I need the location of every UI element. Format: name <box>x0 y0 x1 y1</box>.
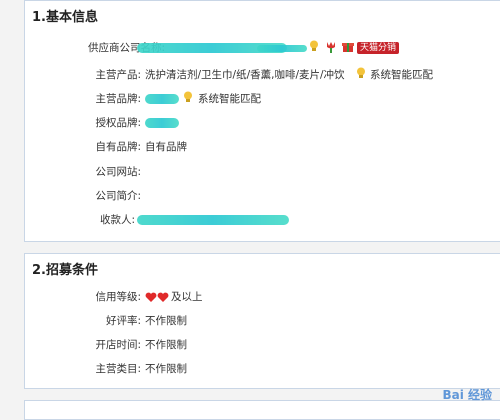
label-authorized-brand: 授权品牌: <box>95 117 141 129</box>
info-row-main-brand: 主营品牌: 系统智能匹配 <box>25 90 500 108</box>
recruit-row-credit: 信用等级: 及以上 <box>25 288 500 306</box>
label-main-category: 主营类目: <box>95 363 141 375</box>
heart-icon <box>145 291 157 309</box>
redacted-company-name-2 <box>257 45 307 52</box>
baidu-watermark: Bai 经验 <box>442 388 492 402</box>
bulb-icon <box>309 40 319 58</box>
shop-open-time-value: 不作限制 <box>145 339 187 351</box>
info-row-own-brand: 自有品牌: 自有品牌 <box>25 138 500 156</box>
info-row-website: 公司网站: <box>25 163 500 181</box>
recruit-row-rating: 好评率: 不作限制 <box>25 312 500 330</box>
basic-info-panel: 1.基本信息 供应商公司名称: 天猫分销 主营产品: 洗护清洁剂/卫生巾/纸/香… <box>24 0 500 242</box>
label-own-brand: 自有品牌: <box>95 141 141 153</box>
info-row-intro: 公司简介: <box>25 187 500 205</box>
info-row-main-products: 主营产品: 洗护清洁剂/卫生巾/纸/香薰,咖啡/麦片/冲饮 系统智能匹配 <box>25 66 500 84</box>
label-website: 公司网站: <box>95 166 141 178</box>
label-payee: 收款人: <box>99 214 135 226</box>
info-row-payee: 收款人: <box>25 211 500 229</box>
positive-rate-value: 不作限制 <box>145 315 187 327</box>
smart-match-tag: 系统智能匹配 <box>198 93 261 105</box>
label-main-brand: 主营品牌: <box>95 93 141 105</box>
label-intro: 公司简介: <box>95 190 141 202</box>
info-row-authorized-brand: 授权品牌: <box>25 114 500 132</box>
bulb-icon <box>183 91 193 109</box>
redacted-authorized-brand <box>145 118 179 128</box>
label-shop-open-time: 开店时间: <box>95 339 141 351</box>
main-category-value: 不作限制 <box>145 363 187 375</box>
label-main-products: 主营产品: <box>95 69 141 81</box>
heart-icon <box>157 291 169 309</box>
label-positive-rate: 好评率: <box>105 315 141 327</box>
smart-match-tag: 系统智能匹配 <box>370 69 433 81</box>
bulb-icon <box>356 67 366 85</box>
recruit-conditions-panel: 2.招募条件 信用等级: 及以上 好评率: 不作限制 开店时间: 不作限制 主营… <box>24 253 500 389</box>
credit-level-value: 及以上 <box>171 291 203 303</box>
recruit-conditions-title: 2.招募条件 <box>32 263 98 278</box>
tmall-distribution-badge[interactable]: 天猫分销 <box>357 42 400 54</box>
redacted-payee <box>137 215 289 225</box>
basic-info-title: 1.基本信息 <box>32 10 98 25</box>
main-products-value: 洗护清洁剂/卫生巾/纸/香薰,咖啡/麦片/冲饮 <box>145 69 345 81</box>
own-brand-value: 自有品牌 <box>145 141 187 153</box>
next-section-panel <box>24 400 500 420</box>
info-row-company: 供应商公司名称: 天猫分销 <box>25 39 500 57</box>
redacted-main-brand <box>145 94 179 104</box>
gift-icon <box>342 40 354 59</box>
tulip-icon <box>325 40 337 59</box>
recruit-row-shop-age: 开店时间: 不作限制 <box>25 336 500 354</box>
label-credit-level: 信用等级: <box>95 291 141 303</box>
recruit-row-category: 主营类目: 不作限制 <box>25 360 500 378</box>
